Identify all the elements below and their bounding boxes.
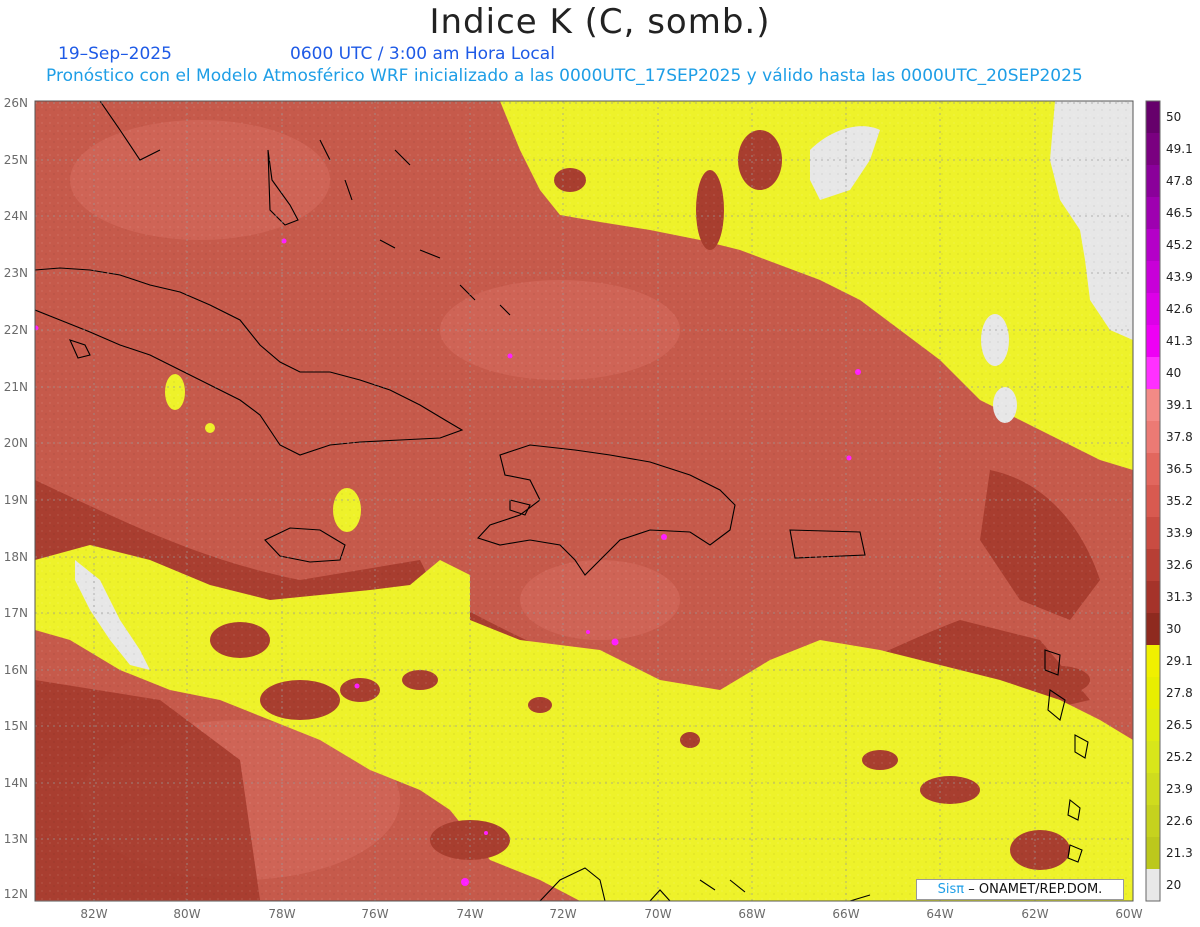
legend-swatch [1146,741,1160,774]
legend-swatch [1146,869,1160,902]
legend-label: 49.1 [1166,142,1193,156]
legend-label: 50 [1166,110,1181,124]
legend-swatch [1146,101,1160,134]
legend-label: 27.8 [1166,686,1193,700]
legend-swatch [1146,133,1160,166]
legend-label: 32.6 [1166,558,1193,572]
legend-swatch [1146,197,1160,230]
legend-swatch [1146,357,1160,390]
color-legend: 50 49.1 47.8 46.5 45.2 43.9 42.6 41.3 40 39.1 37.8… [1145,100,1193,902]
legend-swatch [1146,837,1160,870]
legend-swatch [1146,293,1160,326]
lon-label: 66W [832,907,859,921]
lat-label: 20N [4,436,28,450]
legend-swatch [1146,773,1160,806]
legend-label: 41.3 [1166,334,1193,348]
credit-text: – ONAMET/REP.DOM. [968,882,1103,897]
lat-label: 16N [4,663,28,677]
legend-swatch [1146,645,1160,678]
credit-box: Sisπ – ONAMET/REP.DOM. [916,879,1124,900]
legend-label: 47.8 [1166,174,1193,188]
lon-label: 82W [80,907,107,921]
legend-label: 45.2 [1166,238,1193,252]
legend-label: 46.5 [1166,206,1193,220]
legend-label: 35.2 [1166,494,1193,508]
lat-label: 25N [4,153,28,167]
legend-label: 30 [1166,622,1181,636]
lon-label: 64W [926,907,953,921]
legend-label: 29.1 [1166,654,1193,668]
legend-swatch [1146,613,1160,646]
legend-swatch [1146,421,1160,454]
lon-label: 78W [268,907,295,921]
legend-swatch [1146,453,1160,486]
lon-label: 62W [1021,907,1048,921]
lon-label: 68W [738,907,765,921]
lon-label: 60W [1115,907,1142,921]
credit-brand: Sisπ [937,882,965,897]
legend-label: 39.1 [1166,398,1193,412]
legend-label: 25.2 [1166,750,1193,764]
legend-swatch [1146,517,1160,550]
lat-label: 24N [4,209,28,223]
lon-label: 74W [456,907,483,921]
legend-swatch [1146,229,1160,262]
legend-swatch [1146,325,1160,358]
lat-label: 15N [4,719,28,733]
legend-label: 36.5 [1166,462,1193,476]
lat-label: 18N [4,550,28,564]
lat-label: 23N [4,266,28,280]
lon-label: 70W [644,907,671,921]
legend-label: 33.9 [1166,526,1193,540]
legend-label: 31.3 [1166,590,1193,604]
latitude-labels: 26N 25N 24N 23N 22N 21N 20N 19N 18N 17N … [4,96,28,901]
legend-label: 42.6 [1166,302,1193,316]
lat-label: 13N [4,832,28,846]
lon-label: 72W [549,907,576,921]
lat-label: 17N [4,606,28,620]
legend-label: 23.9 [1166,782,1193,796]
legend-swatch [1146,549,1160,582]
legend-swatch [1146,677,1160,710]
legend-label: 22.6 [1166,814,1193,828]
lat-label: 19N [4,493,28,507]
legend-swatch [1146,261,1160,294]
lon-label: 80W [173,907,200,921]
legend-label: 21.3 [1166,846,1193,860]
legend-label: 20 [1166,878,1181,892]
lat-label: 14N [4,776,28,790]
legend-label: 37.8 [1166,430,1193,444]
lat-label: 22N [4,323,28,337]
lat-label: 21N [4,380,28,394]
longitude-labels: 82W 80W 78W 76W 74W 72W 70W 68W 66W 64W … [80,907,1142,921]
lon-label: 76W [361,907,388,921]
legend-swatch [1146,709,1160,742]
lat-label: 12N [4,887,28,901]
legend-swatch [1146,805,1160,838]
legend-swatch [1146,389,1160,422]
legend-swatch [1146,581,1160,614]
lat-label: 26N [4,96,28,110]
k-index-map: 26N 25N 24N 23N 22N 21N 20N 19N 18N 17N … [4,96,1193,921]
legend-label: 40 [1166,366,1181,380]
legend-swatch [1146,485,1160,518]
legend-label: 43.9 [1166,270,1193,284]
map-plot-area [35,101,1133,901]
legend-label: 26.5 [1166,718,1193,732]
legend-swatch [1146,165,1160,198]
